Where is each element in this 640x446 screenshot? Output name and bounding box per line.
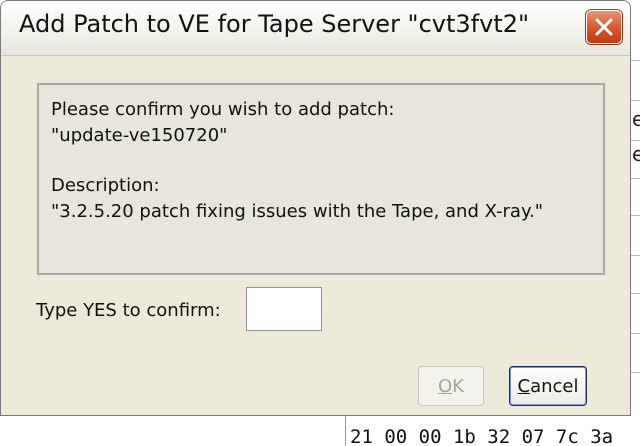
description-heading: Description: [51, 175, 160, 196]
cancel-mnemonic: C [517, 375, 531, 397]
description-text: "3.2.5.20 patch fixing issues with the T… [51, 201, 544, 222]
dialog-titlebar[interactable]: Add Patch to VE for Tape Server "cvt3fvt… [1, 1, 630, 56]
close-button[interactable] [586, 10, 622, 44]
dialog-title: Add Patch to VE for Tape Server "cvt3fvt… [19, 10, 530, 38]
add-patch-dialog: Add Patch to VE for Tape Server "cvt3fvt… [0, 0, 631, 416]
confirm-prompt-text: Please confirm you wish to add patch: [51, 99, 395, 120]
cancel-label: ancel [530, 375, 579, 397]
message-panel: Please confirm you wish to add patch: "u… [37, 83, 605, 275]
dialog-content: Please confirm you wish to add patch: "u… [6, 56, 626, 414]
cancel-button[interactable]: Cancel [509, 366, 587, 406]
confirm-label: Type YES to confirm: [36, 300, 221, 321]
confirm-input[interactable] [246, 287, 322, 331]
ok-mnemonic: O [438, 375, 453, 397]
ok-label: K [452, 375, 464, 397]
background-clipped-text: e [632, 142, 640, 166]
background-bottom-text: 21 00 00 1b 32 07 7c 3a [350, 428, 614, 446]
close-x-icon [595, 18, 613, 36]
ok-button[interactable]: OK [418, 366, 484, 406]
background-clipped-text: e [632, 107, 640, 131]
patch-name-text: "update-ve150720" [51, 125, 228, 146]
